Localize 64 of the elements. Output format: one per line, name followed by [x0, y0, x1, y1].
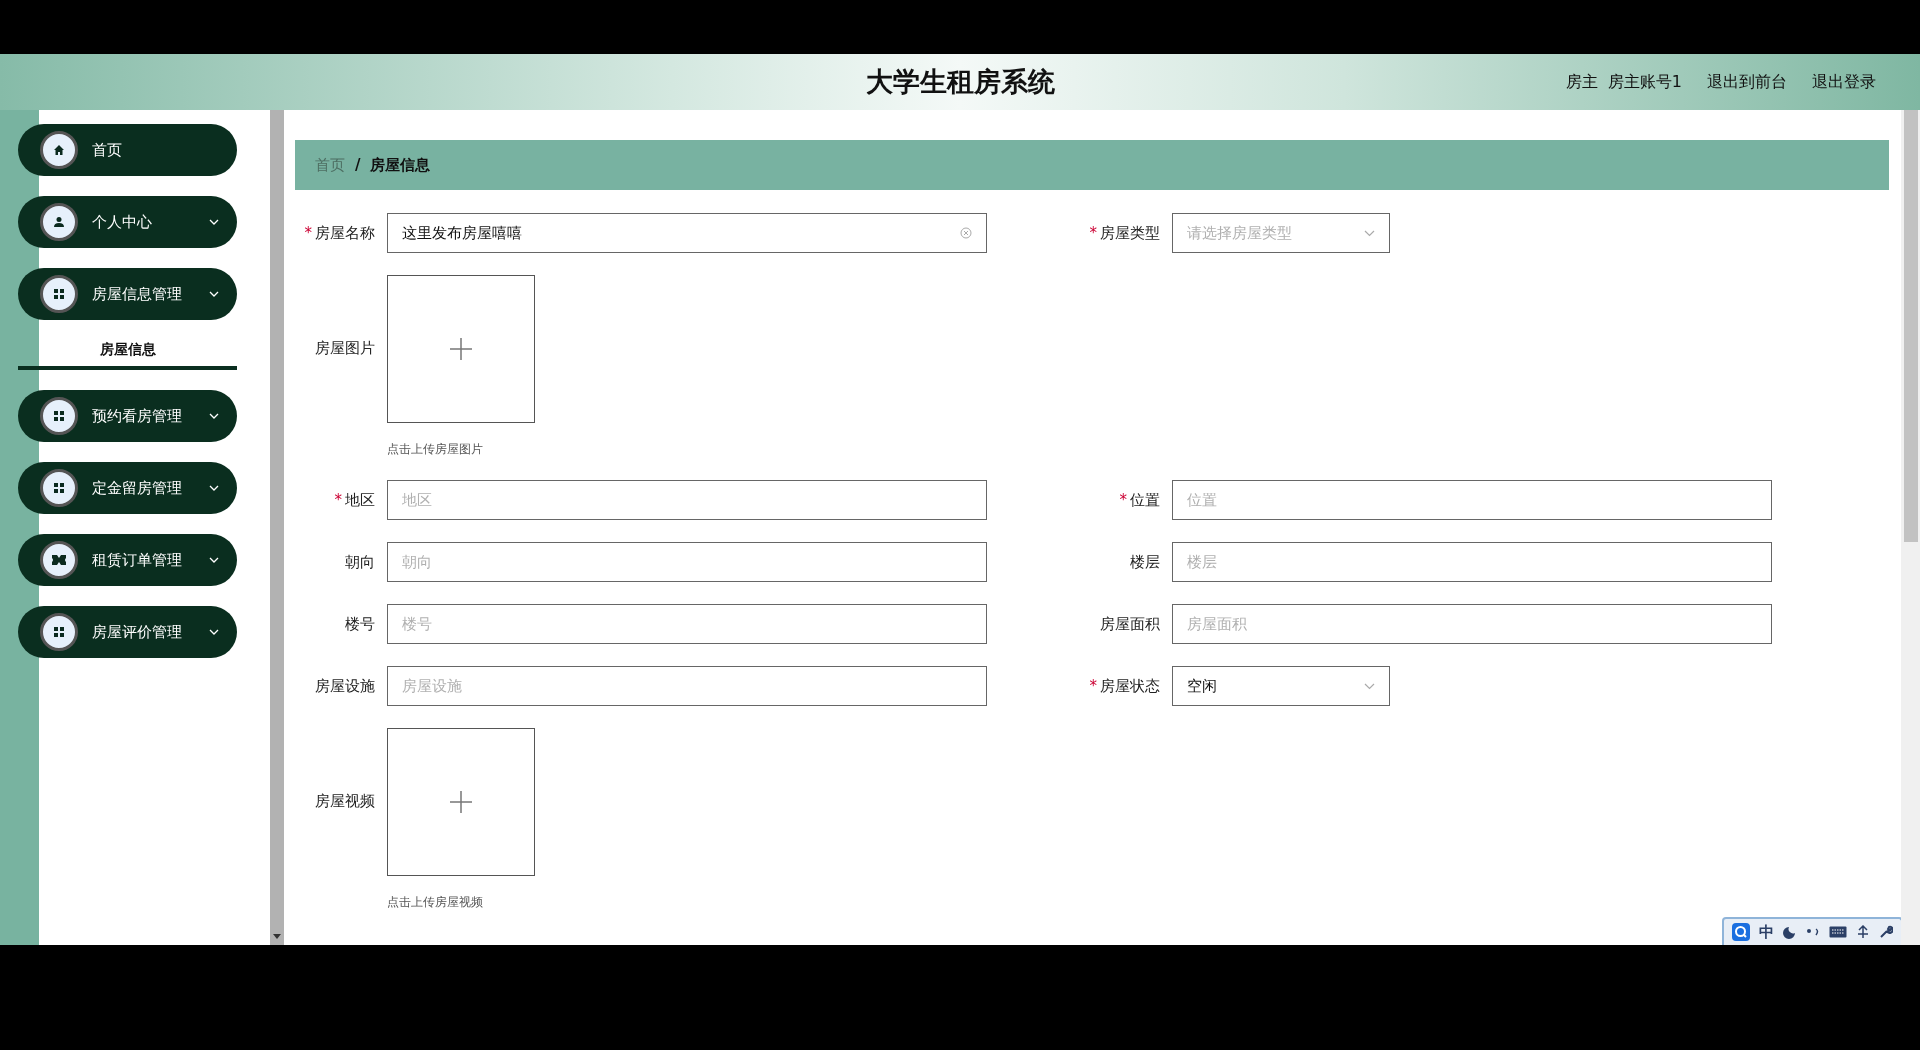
upload-box[interactable]: [387, 275, 535, 423]
moon-icon[interactable]: [1783, 925, 1797, 939]
field-label: * 位置: [1118, 490, 1161, 510]
grid-icon: [53, 288, 65, 300]
header-link[interactable]: 退出登录: [1812, 71, 1876, 93]
punctuation-icon[interactable]: [1806, 927, 1820, 937]
keyboard-icon[interactable]: [1829, 926, 1847, 938]
field-label: 房屋面积: [1099, 614, 1161, 634]
field-label: 楼层: [1129, 552, 1161, 572]
plus-icon: [450, 338, 472, 360]
grid-icon: [53, 410, 65, 422]
required-mark: *: [334, 490, 342, 509]
sidebar-item[interactable]: 首页: [18, 124, 237, 176]
search-icon[interactable]: [1732, 923, 1750, 941]
field-label: 朝向: [344, 552, 376, 572]
chevron-icon: [209, 629, 219, 635]
breadcrumb-item: 房屋信息: [370, 155, 431, 175]
chevron-icon: [209, 413, 219, 419]
field-label: 房屋设施: [314, 676, 376, 696]
required-mark: *: [1119, 490, 1127, 509]
field-label: 房屋图片: [314, 339, 376, 358]
grid-icon: [53, 482, 65, 494]
grid-icon: [53, 626, 65, 638]
chevron-icon: [209, 557, 219, 563]
user-icon: [53, 216, 65, 228]
upload-hint: 点击上传房屋视频: [387, 894, 484, 911]
breadcrumb-separator: /: [355, 156, 361, 174]
home-icon: [53, 144, 65, 156]
required-mark: *: [1089, 676, 1097, 695]
input-field[interactable]: 这里发布房屋嘻嘻: [387, 213, 987, 253]
wrench-icon[interactable]: [1879, 925, 1893, 939]
select-field[interactable]: 空闲: [1172, 666, 1390, 706]
split-arrow-icon[interactable]: [1856, 925, 1870, 939]
chevron-icon: [1364, 229, 1375, 237]
sidebar-item[interactable]: 定金留房管理: [18, 462, 237, 514]
app-title: 大学生租房系统: [865, 65, 1055, 99]
field-label: 房屋视频: [314, 792, 376, 811]
plus-icon: [450, 791, 472, 813]
sidebar-item[interactable]: 房屋信息管理: [18, 268, 237, 320]
header-link[interactable]: 退出到前台: [1707, 71, 1787, 93]
user-name: 房主账号1: [1607, 71, 1682, 93]
upload-hint: 点击上传房屋图片: [387, 441, 484, 458]
chevron-icon: [1364, 682, 1375, 690]
sidebar-item[interactable]: 预约看房管理: [18, 390, 237, 442]
sidebar-item[interactable]: 个人中心: [18, 196, 237, 248]
chevron-icon: [209, 485, 219, 491]
scrollbar[interactable]: [270, 110, 284, 945]
field-label: * 地区: [333, 490, 376, 510]
upload-box[interactable]: [387, 728, 535, 876]
scrollbar[interactable]: [1901, 110, 1920, 945]
input-mode-toggle[interactable]: 中: [1759, 922, 1774, 942]
field-label: * 房屋状态: [1088, 676, 1161, 696]
field-label: * 房屋名称: [303, 223, 376, 243]
required-mark: *: [304, 223, 312, 242]
user-role: 房主: [1565, 71, 1598, 93]
field-label: * 房屋类型: [1088, 223, 1161, 243]
chevron-icon: [209, 219, 219, 225]
sidebar-subitem[interactable]: 房屋信息: [18, 330, 237, 370]
sidebar-item[interactable]: 房屋评价管理: [18, 606, 237, 658]
sidebar-item[interactable]: 租赁订单管理: [18, 534, 237, 586]
ticket-icon: [52, 555, 66, 565]
chevron-icon: [209, 291, 219, 297]
field-label: 楼号: [344, 614, 376, 634]
required-mark: *: [1089, 223, 1097, 242]
